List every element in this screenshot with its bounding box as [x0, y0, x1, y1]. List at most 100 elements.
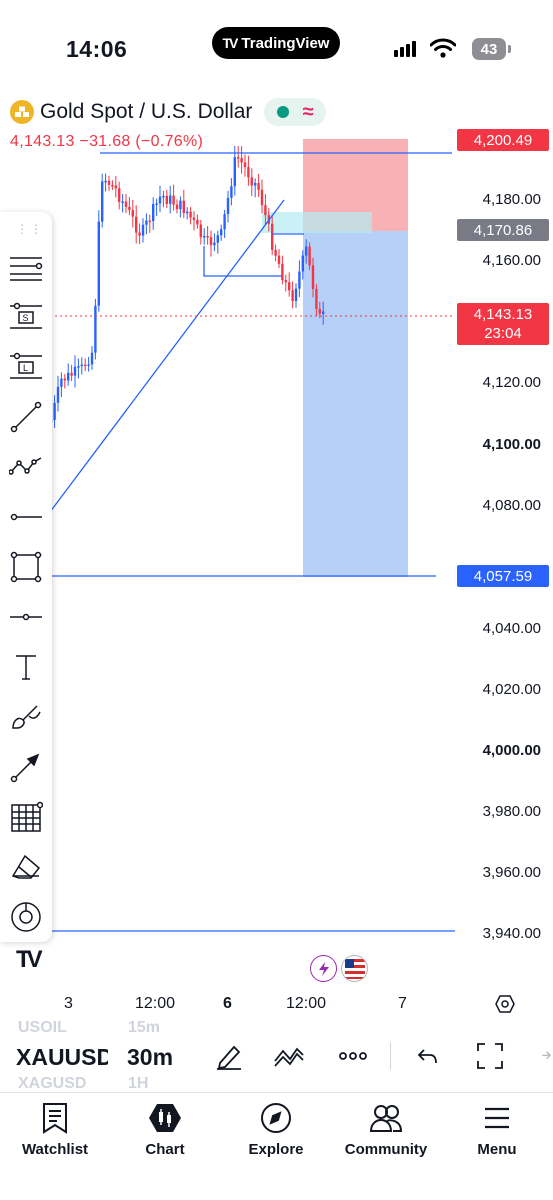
candle-body	[301, 255, 304, 272]
candle-body	[111, 184, 114, 187]
us-flag-event-icon[interactable]	[341, 955, 368, 982]
candle-body	[199, 224, 202, 238]
candle-body	[73, 366, 77, 376]
grid-tool-icon[interactable]	[7, 798, 45, 836]
candle-body	[121, 201, 124, 203]
candle-body	[284, 280, 287, 283]
candle-body	[281, 263, 284, 281]
candle-body	[260, 189, 264, 206]
svg-text:L: L	[23, 363, 28, 373]
undo-icon[interactable]	[410, 1040, 444, 1072]
compass-icon	[259, 1101, 293, 1135]
candle-body	[206, 236, 209, 238]
candle-body	[254, 183, 257, 186]
candle-body	[237, 157, 240, 159]
candle-body	[264, 205, 267, 216]
nav-community[interactable]: Community	[331, 1101, 441, 1158]
candle-body	[145, 220, 148, 225]
candle-body	[243, 162, 247, 168]
candle-body	[56, 386, 60, 403]
candle-body	[90, 352, 94, 365]
nav-explore[interactable]: Explore	[221, 1101, 331, 1158]
ghost-interval-below: 1H	[128, 1075, 149, 1092]
horizontal-line-tool-icon[interactable]	[7, 598, 45, 636]
candle-body	[233, 157, 236, 187]
horizontal-lines-tool-icon[interactable]	[7, 248, 45, 286]
candle-body	[305, 246, 308, 256]
arrow-tool-icon[interactable]	[7, 748, 45, 786]
lightning-event-icon[interactable]	[310, 955, 337, 982]
candle-body	[84, 364, 87, 367]
candle-body	[298, 271, 301, 289]
tradingview-logo-icon: TV	[16, 946, 43, 973]
time-axis[interactable]: 3 12:00 6 12:00 7	[0, 992, 553, 1018]
candle-body	[63, 378, 66, 381]
candle-body	[203, 236, 206, 238]
rectangle-tool-icon[interactable]	[7, 548, 45, 586]
current-price: 4,143.13	[473, 306, 533, 323]
short-position-tool-icon[interactable]: S	[7, 298, 45, 336]
time-label: 12:00	[135, 995, 176, 1012]
candle-body	[322, 311, 325, 314]
people-icon	[369, 1101, 403, 1135]
interval-picker[interactable]: 30m	[127, 1044, 173, 1071]
brush-tool-icon[interactable]	[7, 698, 45, 736]
eraser-tool-icon[interactable]	[7, 848, 45, 886]
bottom-navigation: Watchlist Chart Explore Community Menu	[0, 1092, 553, 1200]
price-axis-label: 4,000.00	[482, 742, 541, 759]
nav-watchlist[interactable]: Watchlist	[0, 1101, 110, 1158]
ghost-symbol-below: XAGUSD	[18, 1075, 87, 1092]
candle-body	[277, 255, 281, 264]
price-axis-label: 4,160.00	[482, 252, 541, 269]
magnet-tool-icon[interactable]	[7, 898, 45, 936]
candle-body	[230, 186, 233, 198]
candle-body	[223, 214, 226, 230]
price-axis-label: 4,120.00	[482, 374, 541, 391]
candle-body	[175, 204, 179, 210]
stop-loss-price-tag: 4,200.49	[457, 129, 549, 151]
candle-body	[172, 195, 175, 205]
candle-body	[226, 197, 230, 215]
candle-body	[152, 204, 155, 222]
candle-body	[118, 188, 121, 202]
candle-body	[257, 183, 260, 190]
candle-body	[209, 237, 213, 246]
fullscreen-icon[interactable]	[473, 1040, 507, 1072]
path-tool-icon[interactable]	[7, 448, 45, 486]
more-options-icon[interactable]	[336, 1040, 370, 1072]
price-axis-label: 4,080.00	[482, 497, 541, 514]
time-label: 6	[223, 995, 232, 1012]
candle-body	[311, 265, 315, 289]
bar-countdown: 23:04	[484, 325, 522, 342]
candle-body	[179, 200, 182, 210]
candle-body	[138, 232, 141, 236]
symbol-picker[interactable]: XAUUSD	[16, 1044, 108, 1071]
candle-body	[155, 203, 158, 205]
settings-hexagon-icon[interactable]	[495, 994, 515, 1019]
redo-icon[interactable]	[536, 1040, 553, 1072]
candle-body	[240, 157, 243, 163]
watchlist-icon	[38, 1101, 72, 1135]
horizontal-ray-tool-icon[interactable]	[7, 498, 45, 536]
candle-body	[104, 180, 107, 183]
text-tool-icon[interactable]	[7, 648, 45, 686]
candle-body	[196, 219, 199, 225]
candle-body	[291, 290, 294, 302]
long-position-tool-icon[interactable]: L	[7, 348, 45, 386]
nav-menu[interactable]: Menu	[442, 1101, 552, 1158]
candle-body	[288, 282, 291, 291]
indicators-icon[interactable]	[272, 1040, 306, 1072]
candle-body	[247, 167, 250, 178]
candle-body	[107, 180, 111, 185]
nav-chart[interactable]: Chart	[110, 1101, 220, 1158]
event-badges	[310, 955, 368, 982]
candle-body	[87, 364, 90, 366]
candle-body	[97, 221, 100, 306]
trend-line-tool-icon[interactable]	[7, 398, 45, 436]
nav-label: Explore	[248, 1141, 304, 1158]
candle-body	[131, 210, 134, 217]
candle-body	[60, 378, 63, 387]
drag-handle-icon[interactable]: ⋮⋮	[16, 222, 44, 236]
nav-label: Menu	[477, 1141, 517, 1158]
drawing-pen-icon[interactable]	[212, 1040, 246, 1072]
